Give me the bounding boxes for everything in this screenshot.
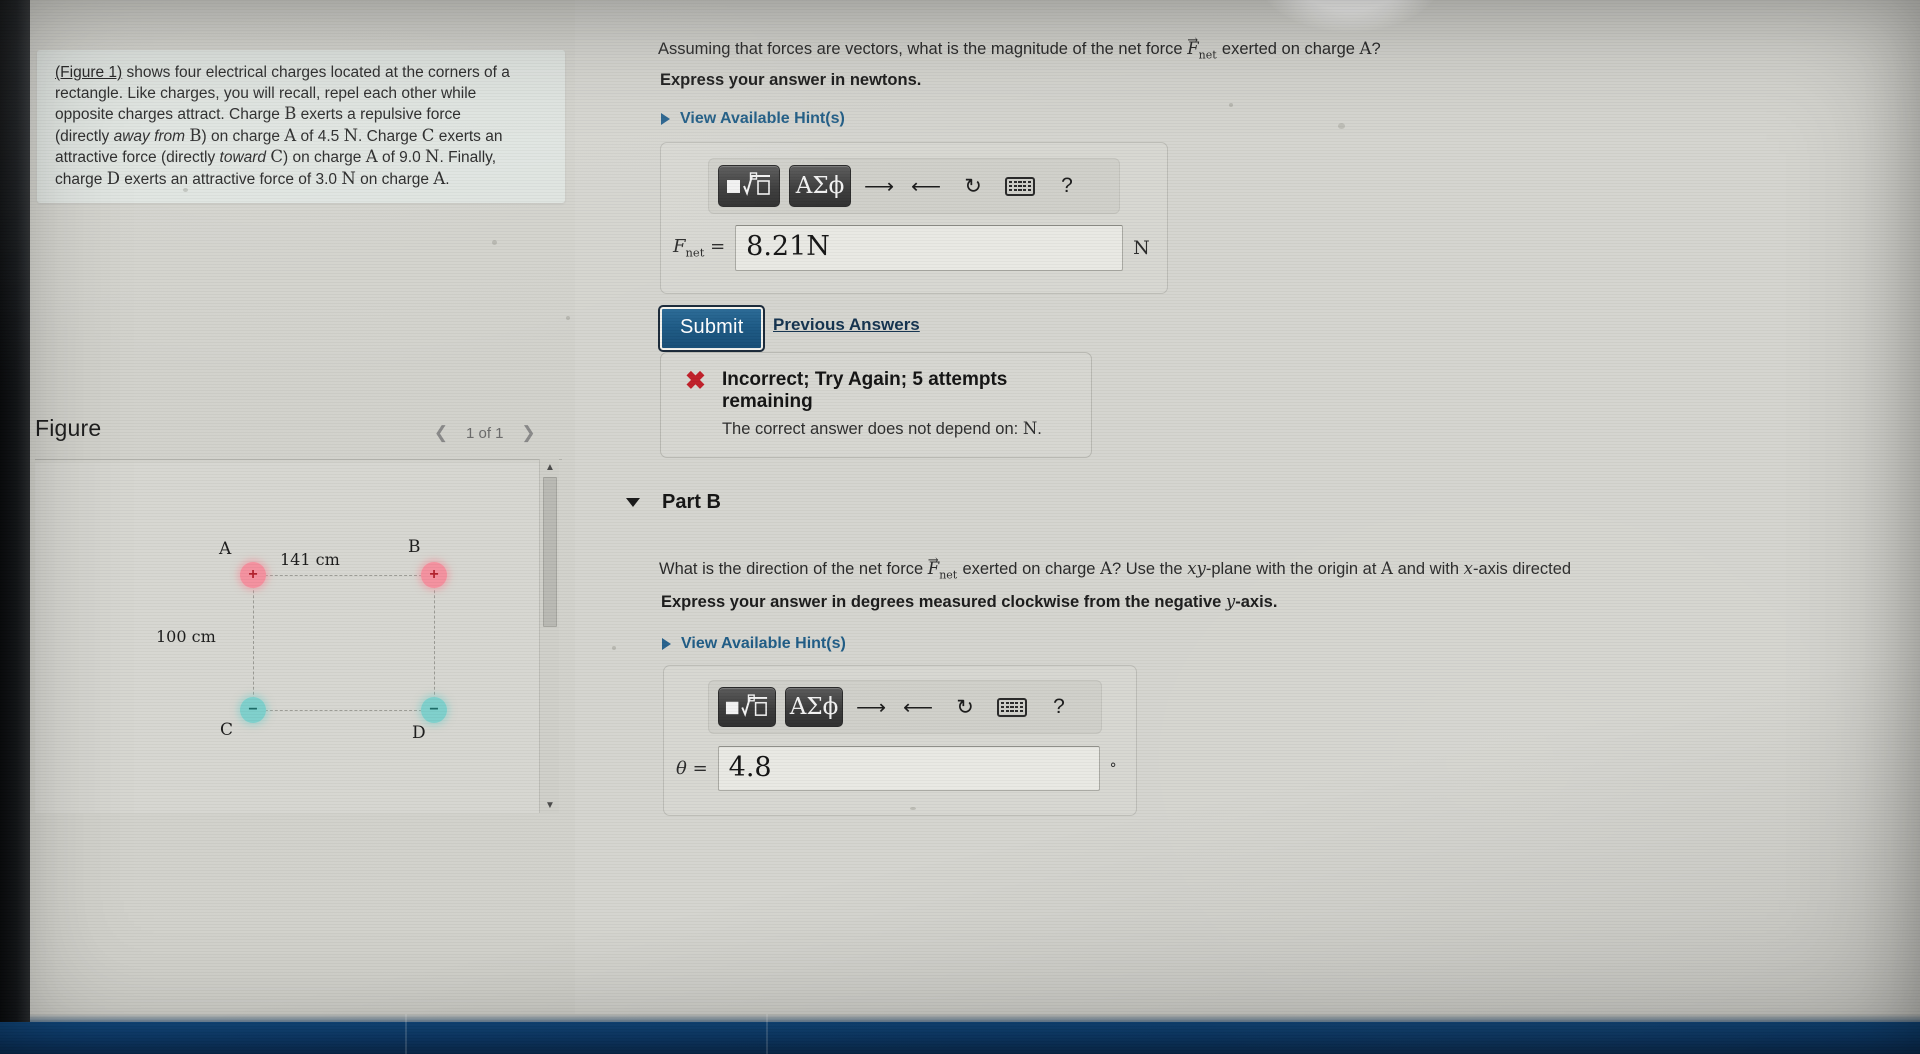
feedback-detail: The correct answer does not depend on: N… (721, 419, 1042, 438)
dust-speck (566, 316, 570, 320)
right-answer-pane: Assuming that forces are vectors, what i… (575, 0, 1920, 1014)
screen-content: (Figure 1) shows four electrical charges… (0, 0, 1920, 1054)
part-a-instruction: Express your answer in newtons. (660, 71, 922, 89)
part-b-answer-input[interactable] (717, 746, 1100, 791)
part-a-help-button[interactable]: ? (1048, 167, 1086, 205)
part-b-math-toolbar: ΑΣϕ ⟶ ⟵ ↻ ? (708, 680, 1102, 734)
taskbar-divider (766, 1014, 768, 1054)
figure-pager: ❮ 1 of 1 ❯ (430, 422, 540, 444)
part-b-title: Part B (662, 491, 721, 513)
part-b-help-button[interactable]: ? (1040, 688, 1078, 726)
taskbar (0, 1022, 1920, 1054)
feedback-title: Incorrect; Try Again; 5 attempts remaini… (721, 369, 1008, 412)
scroll-down-arrow-icon[interactable]: ▼ (540, 797, 560, 813)
photographed-screen: (Figure 1) shows four electrical charges… (0, 0, 1920, 1054)
part-b-greek-symbols-button[interactable]: ΑΣϕ (785, 687, 843, 727)
part-b-unit-label: ° (1109, 760, 1117, 777)
part-a-hints-label[interactable]: View Available Hint(s) (680, 110, 845, 128)
part-b-square-root-template-icon[interactable] (718, 687, 776, 727)
part-a-math-toolbar: ΑΣϕ ⟶ ⟵ ↻ ? (708, 158, 1120, 214)
scrollbar-thumb[interactable] (543, 477, 557, 627)
part-b-instruction: Express your answer in degrees measured … (661, 592, 1278, 611)
figure-1-link[interactable]: (Figure 1) (55, 64, 122, 81)
part-b-undo-arrow-icon[interactable]: ⟶ (852, 688, 890, 726)
part-a-unit-label: N (1133, 237, 1150, 259)
figure-next-chevron-right-icon[interactable]: ❯ (518, 422, 540, 444)
part-a-reset-circle-icon[interactable]: ↻ (954, 167, 992, 205)
red-x-icon: ✖ (685, 367, 706, 395)
part-a-keyboard-icon[interactable] (1001, 167, 1039, 205)
dust-speck (910, 807, 916, 810)
dust-speck (492, 240, 497, 245)
part-a-answer-input[interactable] (735, 225, 1124, 271)
problem-line-1: shows four electrical charges located at… (122, 64, 510, 81)
hint-triangle-icon (662, 638, 671, 650)
problem-statement: (Figure 1) shows four electrical charges… (37, 50, 565, 203)
charge-a-label: A (219, 539, 232, 559)
part-a-answer-label: Fnet = (673, 236, 726, 260)
part-a-answer-card: ΑΣϕ ⟶ ⟵ ↻ ? Fnet = N (660, 142, 1168, 294)
edge-cd (240, 710, 422, 711)
part-b-keyboard-icon[interactable] (993, 688, 1031, 726)
charge-c-marker: − (240, 697, 266, 723)
dust-speck (612, 646, 616, 650)
charge-c-label: C (220, 720, 234, 740)
figure-divider (35, 459, 562, 460)
charge-d-marker: − (421, 697, 447, 723)
part-b-header[interactable]: Part B (626, 491, 721, 514)
edge-ac (253, 575, 254, 710)
part-b-hints-label[interactable]: View Available Hint(s) (681, 635, 846, 653)
figure-diagram[interactable]: + + − − A B C D 141 cm 100 cm (35, 463, 539, 813)
part-b-question: What is the direction of the net force →… (659, 553, 1572, 582)
part-a-redo-arrow-icon[interactable]: ⟵ (907, 167, 945, 205)
figure-header: Figure ❮ 1 of 1 ❯ (30, 412, 575, 464)
part-b-answer-card: ΑΣϕ ⟶ ⟵ ↻ ? θ = ° (663, 665, 1137, 816)
part-a-question: Assuming that forces are vectors, what i… (658, 33, 1381, 62)
part-b-hints-toggle[interactable]: View Available Hint(s) (662, 635, 846, 653)
part-b-answer-label: θ = (676, 758, 708, 779)
problem-line-2: rectangle. Like charges, you will recall… (55, 84, 477, 102)
edge-ab (240, 575, 422, 576)
monitor-bezel-left (0, 0, 30, 1054)
part-a-submit-button[interactable]: Submit (657, 305, 766, 352)
dust-speck (1229, 103, 1233, 107)
dust-speck (183, 188, 188, 192)
part-a-feedback-box: ✖ Incorrect; Try Again; 5 attempts remai… (660, 352, 1092, 458)
scroll-up-arrow-icon[interactable]: ▲ (540, 459, 560, 475)
part-a-undo-arrow-icon[interactable]: ⟶ (860, 167, 898, 205)
dimension-vertical-label: 100 cm (156, 627, 216, 646)
part-a-previous-answers-link[interactable]: Previous Answers (773, 315, 920, 335)
dimension-horizontal-label: 141 cm (280, 550, 340, 569)
part-b-redo-arrow-icon[interactable]: ⟵ (899, 688, 937, 726)
part-a-square-root-template-icon[interactable] (718, 165, 780, 207)
part-a-answer-row: Fnet = N (673, 225, 1150, 271)
part-a-greek-symbols-button[interactable]: ΑΣϕ (789, 165, 851, 207)
figure-scrollbar[interactable]: ▲ ▼ (539, 459, 559, 813)
figure-panel-title: Figure (35, 415, 102, 441)
charge-b-marker: + (421, 562, 447, 588)
hint-triangle-icon (661, 113, 670, 125)
part-a-hints-toggle[interactable]: View Available Hint(s) (661, 110, 845, 128)
figure-page-indicator: 1 of 1 (466, 424, 504, 442)
figure-prev-chevron-left-icon[interactable]: ❮ (430, 422, 452, 444)
taskbar-divider (405, 1014, 407, 1054)
charge-b-label: B (408, 537, 421, 557)
charge-d-label: D (412, 723, 426, 743)
part-b-answer-row: θ = ° (676, 746, 1117, 791)
part-b-collapse-triangle-icon[interactable] (626, 498, 640, 507)
part-b-reset-circle-icon[interactable]: ↻ (946, 688, 984, 726)
charge-a-marker: + (240, 562, 266, 588)
dust-speck (1338, 123, 1345, 129)
edge-bd (434, 575, 435, 710)
